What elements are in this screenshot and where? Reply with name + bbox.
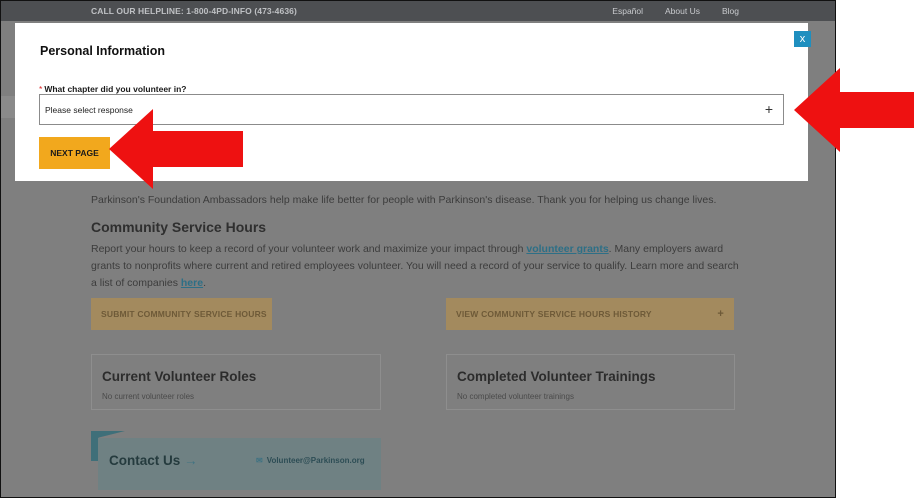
contact-email-text: Volunteer@Parkinson.org <box>266 456 365 465</box>
close-icon: x <box>799 33 806 45</box>
next-page-button[interactable]: NEXT PAGE <box>39 137 110 169</box>
view-service-hours-history-button[interactable]: VIEW COMMUNITY SERVICE HOURS HISTORY + <box>446 298 734 330</box>
service-hours-heading: Community Service Hours <box>91 219 267 235</box>
annotation-arrow-select-icon <box>794 68 914 152</box>
helpline-text: CALL OUR HELPLINE: 1-800-4PD-INFO (473-4… <box>91 6 297 16</box>
roles-empty-text: No current volunteer roles <box>102 392 195 401</box>
submit-service-hours-label: SUBMIT COMMUNITY SERVICE HOURS <box>101 309 267 319</box>
submit-service-hours-button[interactable]: SUBMIT COMMUNITY SERVICE HOURS <box>91 298 272 330</box>
top-link-blog[interactable]: Blog <box>722 6 739 16</box>
top-links: Español About Us Blog <box>612 6 739 16</box>
current-volunteer-roles-card: Current Volunteer Roles No current volun… <box>91 354 381 410</box>
chapter-question-label: * What chapter did you volunteer in? <box>39 84 186 94</box>
arrow-right-icon: → <box>184 453 198 468</box>
history-button-label: VIEW COMMUNITY SERVICE HOURS HISTORY <box>456 309 652 319</box>
plus-icon: + <box>764 101 773 117</box>
service-text-part-3: . <box>203 277 206 289</box>
service-text-part-1: Report your hours to keep a record of yo… <box>91 243 527 255</box>
contact-us-link[interactable]: Contact Us → <box>109 453 198 468</box>
envelope-icon: ✉ <box>256 456 263 465</box>
companies-here-link[interactable]: here <box>181 277 203 289</box>
trainings-empty-text: No completed volunteer trainings <box>457 392 574 401</box>
top-link-about-us[interactable]: About Us <box>665 6 700 16</box>
trainings-title: Completed Volunteer Trainings <box>457 369 656 384</box>
ambassador-intro: Parkinson's Foundation Ambassadors help … <box>91 194 717 206</box>
contact-email-link[interactable]: ✉ Volunteer@Parkinson.org <box>256 456 365 465</box>
required-marker: * <box>39 84 43 94</box>
chapter-question-text: What chapter did you volunteer in? <box>44 84 187 94</box>
side-tab <box>1 96 15 118</box>
volunteer-grants-link[interactable]: volunteer grants <box>526 243 608 255</box>
plus-icon: + <box>717 308 724 320</box>
browser-viewport: CALL OUR HELPLINE: 1-800-4PD-INFO (473-4… <box>0 0 836 498</box>
completed-trainings-card: Completed Volunteer Trainings No complet… <box>446 354 735 410</box>
contact-us-card: Contact Us → ✉ Volunteer@Parkinson.org <box>98 438 381 490</box>
top-bar: CALL OUR HELPLINE: 1-800-4PD-INFO (473-4… <box>1 1 835 21</box>
close-modal-button[interactable]: x <box>794 31 811 47</box>
contact-us-title: Contact Us <box>109 453 181 468</box>
top-link-espanol[interactable]: Español <box>612 6 643 16</box>
annotation-arrow-next-icon <box>109 109 243 189</box>
modal-title: Personal Information <box>40 44 166 58</box>
roles-title: Current Volunteer Roles <box>102 369 257 384</box>
service-hours-description: Report your hours to keep a record of yo… <box>91 241 741 292</box>
